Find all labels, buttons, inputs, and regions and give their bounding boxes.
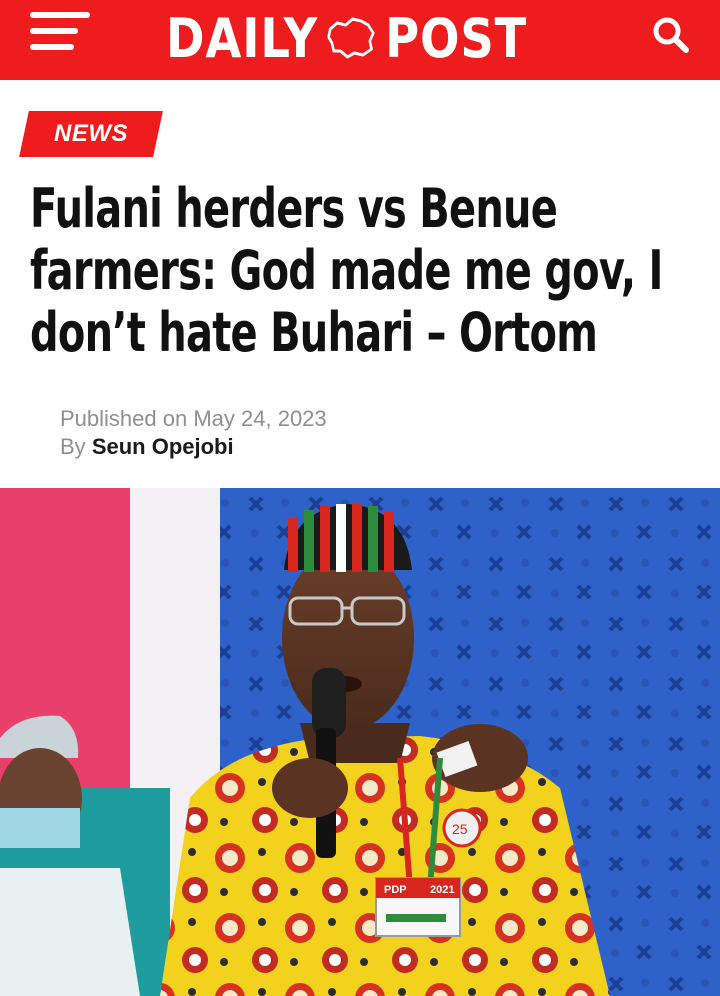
headline-line: Fulani herders vs Benue: [30, 177, 558, 240]
article-hero-image: PDP 2021 25: [0, 488, 720, 996]
badge-label: PDP: [384, 884, 407, 896]
article-headline: Fulani herders vs Benue farmers: God mad…: [30, 178, 696, 364]
logo-text-right: POST: [385, 6, 528, 70]
badge-year: 2021: [430, 884, 454, 896]
site-logo[interactable]: DAILY POST: [166, 6, 528, 70]
top-bar: DAILY POST: [0, 0, 720, 80]
hamburger-menu-icon[interactable]: [28, 10, 92, 54]
published-date: May 24, 2023: [193, 406, 327, 431]
headline-line: farmers: God made me gov, I: [30, 239, 663, 302]
category-label: NEWS: [54, 120, 128, 147]
headline-line: don’t hate Buhari – Ortom: [30, 301, 598, 364]
search-icon[interactable]: [650, 14, 692, 56]
article-meta: Published on May 24, 2023 By Seun Opejob…: [60, 405, 327, 461]
published-label: Published on: [60, 406, 188, 431]
published-line: Published on May 24, 2023: [60, 405, 327, 433]
author-link[interactable]: Seun Opejobi: [92, 434, 234, 459]
byline: By Seun Opejobi: [60, 433, 327, 461]
hero-photo: PDP 2021 25: [0, 488, 720, 996]
by-label: By: [60, 434, 86, 459]
rosette-number: 25: [452, 821, 468, 837]
nigeria-map-icon: [327, 17, 375, 59]
category-tag[interactable]: NEWS: [19, 111, 163, 157]
logo-text-left: DAILY: [166, 6, 319, 70]
